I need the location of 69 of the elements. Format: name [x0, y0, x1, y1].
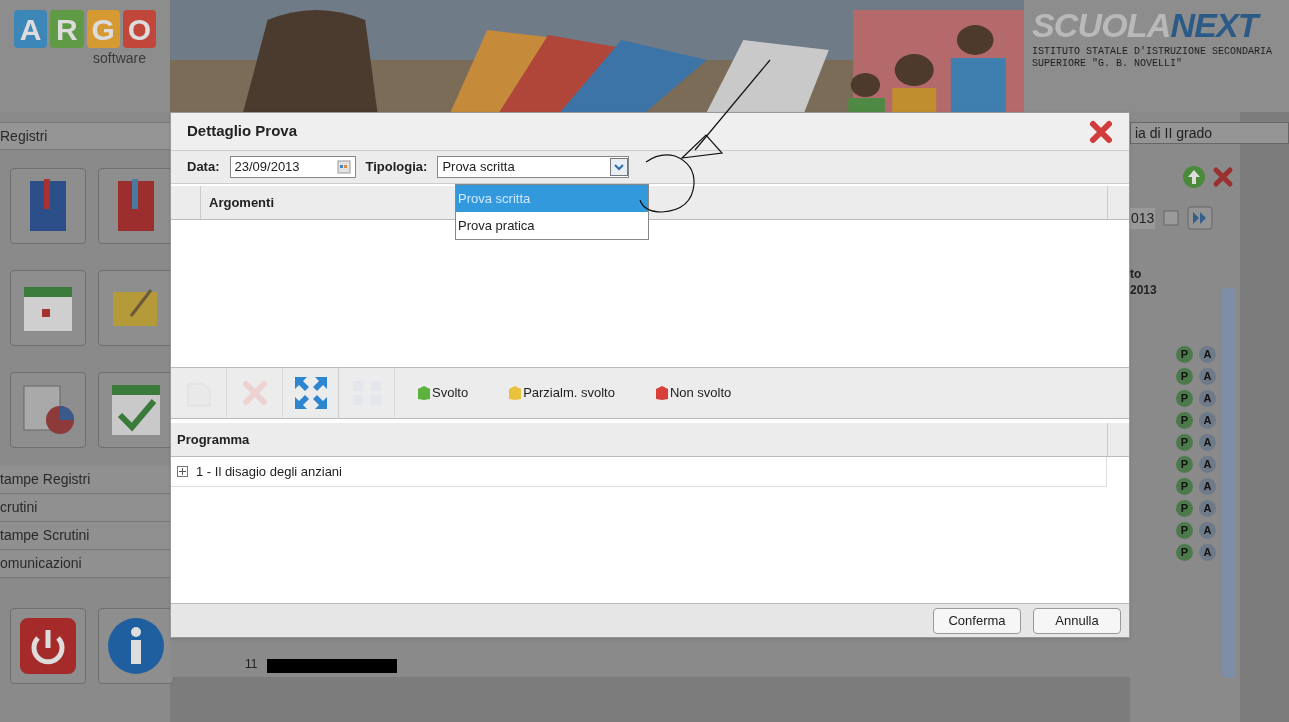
- present-badge[interactable]: P: [1176, 500, 1193, 517]
- present-badge[interactable]: P: [1176, 368, 1193, 385]
- chart-icon: [20, 384, 76, 436]
- present-badge[interactable]: P: [1176, 544, 1193, 561]
- school-select[interactable]: ia di II grado: [1130, 122, 1289, 144]
- sidebar-menu-item[interactable]: tampe Scrutini: [0, 522, 170, 550]
- info-icon: [106, 616, 166, 676]
- status-button[interactable]: Parzialm. svolto: [508, 383, 615, 403]
- logo-letter: O: [122, 10, 156, 48]
- date-field[interactable]: 013: [1130, 207, 1156, 229]
- logo-letter: A: [14, 10, 48, 48]
- absent-badge[interactable]: A: [1199, 544, 1216, 561]
- type-select[interactable]: Prova scritta: [437, 156, 630, 178]
- present-badge[interactable]: P: [1176, 478, 1193, 495]
- date-field[interactable]: 23/09/2013: [229, 156, 356, 178]
- absent-badge[interactable]: A: [1199, 456, 1216, 473]
- present-badge[interactable]: P: [1176, 456, 1193, 473]
- logo-letter: G: [86, 10, 120, 48]
- type-label: Tipologia:: [365, 158, 428, 177]
- dialog-button[interactable]: Annulla: [1033, 607, 1121, 634]
- fast-forward-icon[interactable]: [1187, 206, 1214, 230]
- close-icon[interactable]: [1212, 166, 1234, 188]
- dialog-button[interactable]: Conferma: [933, 607, 1021, 634]
- scrollbar[interactable]: [1222, 288, 1236, 678]
- column-header: 2013: [1130, 282, 1158, 298]
- power-icon: [18, 616, 78, 676]
- logo-letter: R: [50, 10, 84, 48]
- absent-badge[interactable]: A: [1199, 500, 1216, 517]
- info-tile[interactable]: [98, 608, 174, 684]
- close-icon[interactable]: [1089, 119, 1113, 144]
- sidebar-menu-item[interactable]: tampe Registri: [0, 466, 170, 494]
- absent-badge[interactable]: A: [1199, 346, 1216, 363]
- school-name: ISTITUTO STATALE D'ISTRUZIONE SECONDARIA SUPERIORE "G. B. NOVELLI": [1032, 46, 1274, 70]
- dialog-title: Dettaglio Prova: [187, 121, 298, 142]
- column-header: Argomenti: [209, 193, 274, 212]
- logout-tile[interactable]: [10, 608, 86, 684]
- present-badge[interactable]: P: [1176, 434, 1193, 451]
- date-label: Data:: [187, 158, 220, 177]
- present-badge[interactable]: P: [1176, 522, 1193, 539]
- absent-badge[interactable]: A: [1199, 412, 1216, 429]
- absent-badge[interactable]: A: [1199, 434, 1216, 451]
- present-badge[interactable]: P: [1176, 412, 1193, 429]
- calendar-tile[interactable]: [10, 270, 86, 346]
- absent-badge[interactable]: A: [1199, 390, 1216, 407]
- tree-row[interactable]: 1 - Il disagio degli anziani: [171, 457, 1107, 487]
- sidebar-menu-item[interactable]: crutini: [0, 494, 170, 522]
- column-header: to: [1130, 266, 1143, 282]
- expand-icon[interactable]: [177, 466, 188, 477]
- register-tile[interactable]: [10, 168, 86, 244]
- dropdown-option[interactable]: Prova scritta: [456, 185, 648, 212]
- column-header: Programma: [176, 430, 251, 449]
- book-icon: [116, 179, 156, 233]
- grades-tile[interactable]: [10, 372, 86, 448]
- row-number: 11: [245, 656, 258, 673]
- checkmark-icon: [110, 383, 162, 437]
- absent-badge[interactable]: A: [1199, 478, 1216, 495]
- circle-drawing: [639, 154, 695, 213]
- present-badge[interactable]: P: [1176, 390, 1193, 407]
- book-icon: [28, 179, 68, 233]
- upload-icon[interactable]: [1182, 165, 1206, 189]
- sidebar-menu-item[interactable]: omunicazioni: [0, 550, 170, 578]
- absent-badge[interactable]: A: [1199, 368, 1216, 385]
- present-badge[interactable]: P: [1176, 346, 1193, 363]
- logo-subtitle: software: [93, 49, 146, 68]
- sidebar-title: Registri: [0, 122, 170, 150]
- status-button[interactable]: Non svolto: [654, 383, 732, 403]
- caret-icon[interactable]: [610, 158, 629, 176]
- status-button[interactable]: Svolto: [417, 383, 469, 403]
- absent-badge[interactable]: A: [1199, 522, 1216, 539]
